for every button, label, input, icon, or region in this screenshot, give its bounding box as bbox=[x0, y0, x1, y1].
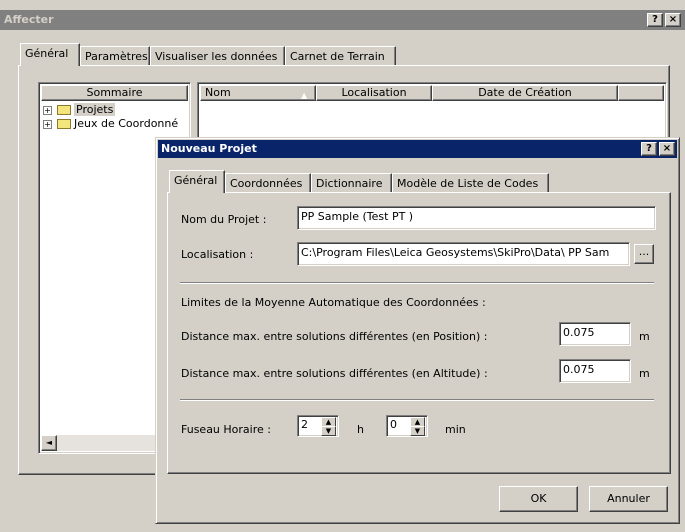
browse-button[interactable]: ... bbox=[634, 244, 654, 264]
tab-general-label: Général bbox=[25, 47, 69, 60]
scroll-left-button[interactable]: ◄ bbox=[41, 435, 57, 451]
tz-hours-down[interactable]: ▼ bbox=[321, 426, 336, 436]
dialog-tab-modele-label: Modèle de Liste de Codes bbox=[397, 177, 539, 190]
tab-visualiser[interactable]: Visualiser les données bbox=[150, 46, 285, 66]
column-header-extra[interactable] bbox=[618, 85, 664, 101]
tab-visualiser-label: Visualiser les données bbox=[155, 50, 278, 63]
tz-minutes-unit: min bbox=[445, 423, 466, 436]
tree-item-label: Jeux de Coordonné bbox=[74, 117, 179, 130]
location-label: Localisation : bbox=[181, 248, 254, 261]
spin-down-icon: ▼ bbox=[325, 427, 332, 435]
dialog-tab-general[interactable]: Général bbox=[169, 170, 225, 193]
folder-icon bbox=[57, 105, 71, 115]
location-field[interactable]: C:\Program Files\Leica Geosystems\SkiPro… bbox=[297, 242, 630, 266]
dist-position-value: 0.075 bbox=[563, 326, 595, 339]
dialog-tab-general-label: Général bbox=[174, 174, 218, 187]
dist-position-unit: m bbox=[639, 330, 650, 343]
dist-altitude-unit: m bbox=[639, 367, 650, 380]
column-header-date[interactable]: Date de Création bbox=[432, 85, 618, 101]
dialog-tab-modele[interactable]: Modèle de Liste de Codes bbox=[392, 173, 549, 193]
dialog-close-button[interactable]: × bbox=[659, 142, 675, 156]
tab-carnet[interactable]: Carnet de Terrain bbox=[285, 46, 396, 66]
new-project-dialog: Nouveau Projet ? × Général Coordonnées D… bbox=[155, 137, 680, 524]
column-header-localisation[interactable]: Localisation bbox=[316, 85, 432, 101]
tz-hours-stepper[interactable]: 2 ▲ ▼ bbox=[297, 415, 339, 437]
dialog-title: Nouveau Projet bbox=[161, 142, 257, 155]
cancel-button[interactable]: Annuler bbox=[589, 486, 668, 512]
project-name-label: Nom du Projet : bbox=[181, 213, 267, 226]
folder-icon bbox=[57, 119, 71, 129]
main-help-button[interactable]: ? bbox=[647, 13, 663, 27]
column-header-label: Nom bbox=[205, 86, 231, 99]
spin-up-icon: ▲ bbox=[414, 418, 421, 426]
dist-altitude-field[interactable]: 0.075 bbox=[559, 359, 631, 383]
tree-item-projets[interactable]: + Projets bbox=[43, 103, 188, 117]
tab-parametres-label: Paramètres bbox=[85, 50, 148, 63]
timezone-label: Fuseau Horaire : bbox=[181, 423, 271, 436]
dist-position-label: Distance max. entre solutions différente… bbox=[181, 330, 488, 343]
tab-parametres[interactable]: Paramètres bbox=[80, 46, 150, 66]
tree-item-jeux[interactable]: + Jeux de Coordonné bbox=[43, 117, 188, 131]
chevron-left-icon: ◄ bbox=[45, 438, 53, 447]
dist-altitude-label: Distance max. entre solutions différente… bbox=[181, 367, 488, 380]
tz-hours-unit: h bbox=[357, 423, 364, 436]
project-name-field[interactable]: PP Sample (Test PT ) bbox=[297, 206, 656, 230]
tab-carnet-label: Carnet de Terrain bbox=[290, 50, 385, 63]
main-title-bar[interactable]: Affecter ? × bbox=[0, 10, 685, 30]
tz-minutes-down[interactable]: ▼ bbox=[410, 426, 425, 436]
dialog-help-button[interactable]: ? bbox=[641, 142, 657, 156]
column-header-nom[interactable]: Nom ▲ bbox=[200, 85, 316, 101]
spin-down-icon: ▼ bbox=[414, 427, 421, 435]
spin-up-icon: ▲ bbox=[325, 418, 332, 426]
project-name-value: PP Sample (Test PT ) bbox=[301, 210, 414, 223]
tree-header[interactable]: Sommaire bbox=[41, 85, 188, 101]
tab-general[interactable]: Général bbox=[20, 43, 80, 66]
expand-icon[interactable]: + bbox=[43, 120, 52, 129]
limits-heading: Limites de la Moyenne Automatique des Co… bbox=[181, 296, 486, 309]
dialog-tab-dictionnaire[interactable]: Dictionnaire bbox=[311, 173, 392, 193]
dialog-tab-dictionnaire-label: Dictionnaire bbox=[316, 177, 383, 190]
tz-minutes-stepper[interactable]: 0 ▲ ▼ bbox=[386, 415, 428, 437]
ok-button[interactable]: OK bbox=[499, 486, 578, 512]
location-value: C:\Program Files\Leica Geosystems\SkiPro… bbox=[301, 246, 610, 259]
main-close-button[interactable]: × bbox=[665, 13, 681, 27]
tree-item-label: Projets bbox=[74, 103, 116, 116]
dialog-title-bar[interactable]: Nouveau Projet ? × bbox=[158, 140, 677, 158]
dialog-tab-coordonnees-label: Coordonnées bbox=[230, 177, 303, 190]
dialog-tab-coordonnees[interactable]: Coordonnées bbox=[225, 173, 311, 193]
dist-altitude-value: 0.075 bbox=[563, 363, 595, 376]
sort-up-icon: ▲ bbox=[301, 91, 308, 100]
main-window-title: Affecter bbox=[4, 13, 54, 26]
separator bbox=[180, 282, 654, 284]
expand-icon[interactable]: + bbox=[43, 106, 52, 115]
dist-position-field[interactable]: 0.075 bbox=[559, 322, 631, 346]
separator bbox=[180, 399, 654, 401]
